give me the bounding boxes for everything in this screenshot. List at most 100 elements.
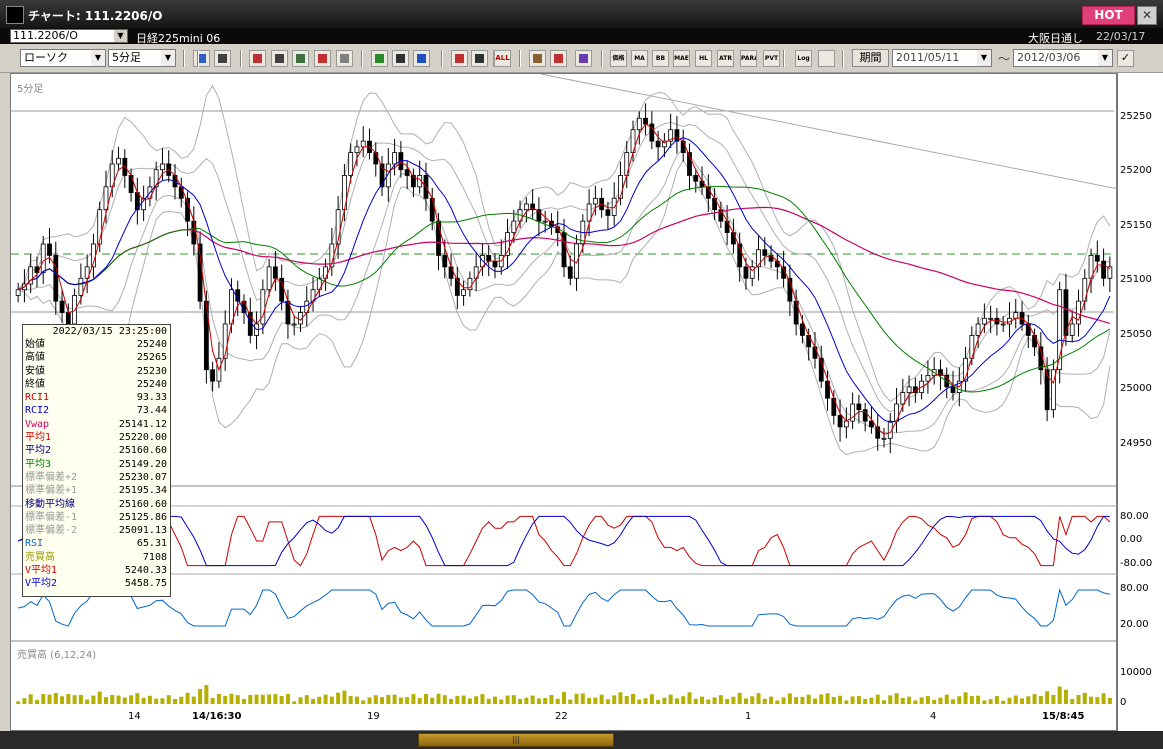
alert-icon[interactable] [336,50,353,67]
toolbar-divider [519,50,521,67]
candle-body [116,157,121,165]
bar-icon[interactable] [292,50,309,67]
zoom-icon[interactable] [193,50,210,67]
candle-body [53,255,59,302]
indicator-button[interactable]: MA [631,50,648,67]
indicator-button[interactable]: ATR [717,50,734,67]
volume-bar [957,696,962,704]
chevron-down-icon[interactable]: ▼ [91,50,105,66]
volume-bar [411,694,416,704]
candle-body [800,323,805,336]
candle-body [191,220,197,245]
glyph [318,54,327,63]
pencil-icon[interactable] [371,50,388,67]
toolbar-divider [601,50,603,67]
volume-bar [543,698,548,704]
fit-all-icon[interactable] [471,50,488,67]
volume-bar [66,694,71,704]
info-label: RSI [25,538,44,550]
volume-bar [712,697,717,704]
info-label: RCI1 [25,392,50,404]
volume-bar [223,695,228,704]
chart-type-select[interactable]: ローソク ▼ [20,49,106,67]
interval-select[interactable]: 5分足 ▼ [108,49,176,67]
candle-body [975,323,981,336]
apply-check-icon[interactable]: ✓ [1117,50,1134,67]
indicator-button[interactable]: PVT [763,50,780,67]
x-tick-label: 1 [745,711,752,722]
y-tick-label: 25050 [1120,329,1152,340]
close-button[interactable]: ✕ [1137,6,1157,25]
info-value: 25195.34 [118,485,167,497]
volume-bar [53,693,58,704]
candle-body [574,243,579,279]
chevron-down-icon[interactable]: ▼ [161,50,175,66]
volume-bar [185,692,190,704]
settings-icon[interactable] [529,50,546,67]
volume-bar [618,692,623,704]
info-row: 標準偏差+2 25230.07 [23,471,170,484]
volume-bar [323,694,328,704]
volume-bar [248,695,253,704]
candle-body [511,220,517,233]
all-view-button[interactable]: ALL [494,50,511,67]
glyph [375,54,384,63]
candle-body [291,323,297,326]
glyph [455,54,464,63]
volume-bar [229,693,234,704]
scroll-thumb[interactable]: ||| [418,733,614,747]
calendar-icon[interactable]: ▼ [977,50,991,66]
indicator-button[interactable]: MAE [673,50,690,67]
candle-body [856,403,862,411]
volume-bar [969,696,974,704]
candle-compare-icon[interactable] [314,50,331,67]
volume-bar [172,698,177,704]
data-window: 2022/03/15 23:25:00 始値 25240 高値 25265 安値 2523… [22,324,171,597]
candle-body [988,317,994,320]
gain-icon[interactable] [249,50,266,67]
chart-canvas [11,74,1118,704]
volume-bar [831,696,836,704]
palette-icon[interactable] [575,50,592,67]
volume-bar [78,694,83,704]
indicator-button[interactable]: BB [652,50,669,67]
info-row: 平均2 25160.60 [23,444,170,457]
quote-icon[interactable] [271,50,288,67]
candle-body [78,277,84,296]
y-tick-label: 25150 [1120,220,1152,231]
info-row: 移動平均線 25160.60 [23,498,170,511]
info-label: 安値 [25,365,45,377]
indicator-button[interactable]: HL [695,50,712,67]
volume-bar [1032,694,1037,704]
symbol-input[interactable]: 111.2206/O ▼ [10,29,128,43]
volume-bar [775,700,780,704]
wrench-icon[interactable] [550,50,567,67]
volume-bar [769,696,774,704]
cursor-icon[interactable] [392,50,409,67]
volume-bar [863,698,868,704]
volume-bar [85,699,90,704]
hot-button[interactable]: HOT [1082,6,1135,25]
info-timestamp: 2022/03/15 23:25:00 [52,326,167,337]
chevron-down-icon[interactable]: ▼ [114,30,127,42]
volume-bar [198,689,203,704]
volume-bar [1045,691,1050,704]
volume-bar [681,696,686,704]
calendar-icon[interactable]: ▼ [1098,50,1112,66]
chart-area[interactable]: 5分足 売買高 (6,12,24) [10,73,1118,731]
volume-bar [787,693,792,704]
info-value: 25125.86 [118,511,167,523]
indicator-button[interactable]: PARA [740,50,757,67]
indicator-button[interactable]: Log [795,50,812,67]
date-to-field[interactable]: 2012/03/06 ▼ [1013,49,1113,67]
date-from-field[interactable]: 2011/05/11 ▼ [892,49,992,67]
fit-prev-icon[interactable] [451,50,468,67]
volume-bar [693,698,698,704]
candle-body [693,175,699,182]
draw-line-icon[interactable] [214,50,231,67]
y-axis: 25250 25200 25150 25100 25050 25000 24950 80.00… [1117,73,1163,731]
volume-bar [568,699,573,704]
indicator-button[interactable]: 価格帯 [610,50,627,67]
marker-icon[interactable] [818,50,835,67]
undo-icon[interactable] [413,50,430,67]
